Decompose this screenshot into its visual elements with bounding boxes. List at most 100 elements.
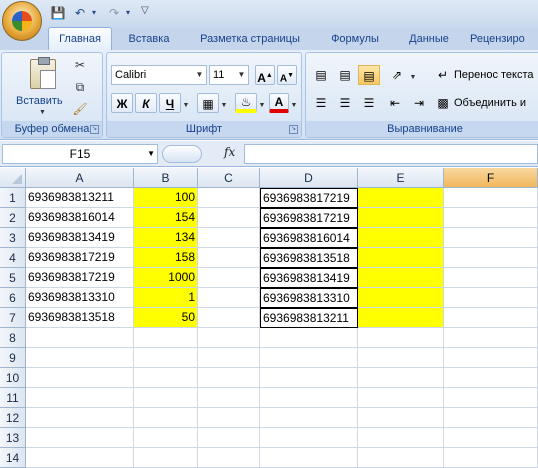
cell-b7[interactable]: 50 [134,308,198,328]
cell-c7[interactable] [198,308,260,328]
tab-data[interactable]: Данные [398,28,460,50]
cell-d10[interactable] [260,368,358,388]
align-bottom-icon[interactable]: ▤ [358,65,380,85]
borders-icon[interactable]: ▦ [197,93,219,113]
row-header-2[interactable]: 2 [0,208,26,228]
column-header-b[interactable]: B [134,168,198,188]
align-center-icon[interactable]: ☰ [334,93,356,113]
paste-button[interactable]: Вставить [16,95,63,107]
fill-color-dropdown-icon[interactable]: ▼ [257,93,267,113]
cell-f8[interactable] [444,328,538,348]
cell-b3[interactable]: 134 [134,228,198,248]
clipboard-launcher-icon[interactable]: ↘ [90,125,99,134]
tab-home[interactable]: Главная [48,27,112,51]
align-top-icon[interactable]: ▤ [310,65,332,85]
cell-b2[interactable]: 154 [134,208,198,228]
format-painter-icon[interactable]: 🖌 [72,101,88,117]
cell-a8[interactable] [26,328,134,348]
bold-button[interactable]: Ж [111,93,133,113]
cell-e7[interactable] [358,308,444,328]
row-header-1[interactable]: 1 [0,188,26,208]
cell-c2[interactable] [198,208,260,228]
row-header-8[interactable]: 8 [0,328,26,348]
tab-page-layout[interactable]: Разметка страницы [190,28,310,50]
cell-d3[interactable]: 6936983816014 [260,228,358,248]
cell-b8[interactable] [134,328,198,348]
merge-button[interactable]: Объединить и [454,93,526,113]
increase-indent-icon[interactable]: ⇥ [408,93,430,113]
cell-a6[interactable]: 6936983813310 [26,288,134,308]
font-launcher-icon[interactable]: ↘ [289,125,298,134]
cell-f5[interactable] [444,268,538,288]
italic-button[interactable]: К [135,93,157,113]
tab-review[interactable]: Рецензиро [470,28,538,50]
cell-c6[interactable] [198,288,260,308]
font-size-select[interactable]: 11 ▼ [209,65,249,85]
cell-d9[interactable] [260,348,358,368]
cell-e6[interactable] [358,288,444,308]
cell-c10[interactable] [198,368,260,388]
column-header-a[interactable]: A [26,168,134,188]
cell-f12[interactable] [444,408,538,428]
office-button[interactable] [2,1,42,41]
cell-f10[interactable] [444,368,538,388]
cell-b13[interactable] [134,428,198,448]
cell-d7[interactable]: 6936983813211 [260,308,358,328]
cut-icon[interactable]: ✂ [72,57,88,73]
cell-e12[interactable] [358,408,444,428]
cell-e2[interactable] [358,208,444,228]
borders-dropdown-icon[interactable]: ▼ [219,93,229,113]
select-all-button[interactable] [0,168,26,188]
orientation-icon[interactable]: ⇗ [386,65,408,85]
decrease-indent-icon[interactable]: ⇤ [384,93,406,113]
cell-a2[interactable]: 6936983816014 [26,208,134,228]
cell-c4[interactable] [198,248,260,268]
cell-b11[interactable] [134,388,198,408]
cell-f7[interactable] [444,308,538,328]
cell-a1[interactable]: 6936983813211 [26,188,134,208]
customize-qat-icon[interactable]: ▽ [141,5,149,16]
cell-c5[interactable] [198,268,260,288]
cell-b1[interactable]: 100 [134,188,198,208]
row-header-14[interactable]: 14 [0,448,26,468]
tab-formulas[interactable]: Формулы [322,28,388,50]
align-right-icon[interactable]: ☰ [358,93,380,113]
row-header-13[interactable]: 13 [0,428,26,448]
copy-icon[interactable]: ⧉ [72,79,88,95]
shrink-font-button[interactable]: A▼ [277,65,297,85]
cell-a7[interactable]: 6936983813518 [26,308,134,328]
cell-e11[interactable] [358,388,444,408]
grow-font-button[interactable]: A▲ [255,65,275,85]
cell-a3[interactable]: 6936983813419 [26,228,134,248]
orientation-dropdown-icon[interactable]: ▼ [408,65,418,85]
formula-bar-resize-handle[interactable] [162,145,202,163]
cell-b4[interactable]: 158 [134,248,198,268]
paste-icon[interactable] [30,57,56,89]
font-name-select[interactable]: Calibri ▼ [111,65,207,85]
cell-e3[interactable] [358,228,444,248]
cell-f9[interactable] [444,348,538,368]
cell-d12[interactable] [260,408,358,428]
cell-c11[interactable] [198,388,260,408]
cell-a10[interactable] [26,368,134,388]
cell-d5[interactable]: 6936983813419 [260,268,358,288]
cell-a5[interactable]: 6936983817219 [26,268,134,288]
column-header-c[interactable]: C [198,168,260,188]
cell-a11[interactable] [26,388,134,408]
cell-c8[interactable] [198,328,260,348]
underline-button[interactable]: Ч [159,93,181,113]
cell-f13[interactable] [444,428,538,448]
cell-f4[interactable] [444,248,538,268]
cell-b14[interactable] [134,448,198,468]
cell-a12[interactable] [26,408,134,428]
cell-f2[interactable] [444,208,538,228]
cell-e9[interactable] [358,348,444,368]
cell-e5[interactable] [358,268,444,288]
name-box[interactable]: F15 ▼ [2,144,158,164]
underline-dropdown-icon[interactable]: ▼ [181,93,191,113]
cell-c14[interactable] [198,448,260,468]
cell-f1[interactable] [444,188,538,208]
column-header-e[interactable]: E [358,168,444,188]
cell-b5[interactable]: 1000 [134,268,198,288]
row-header-7[interactable]: 7 [0,308,26,328]
